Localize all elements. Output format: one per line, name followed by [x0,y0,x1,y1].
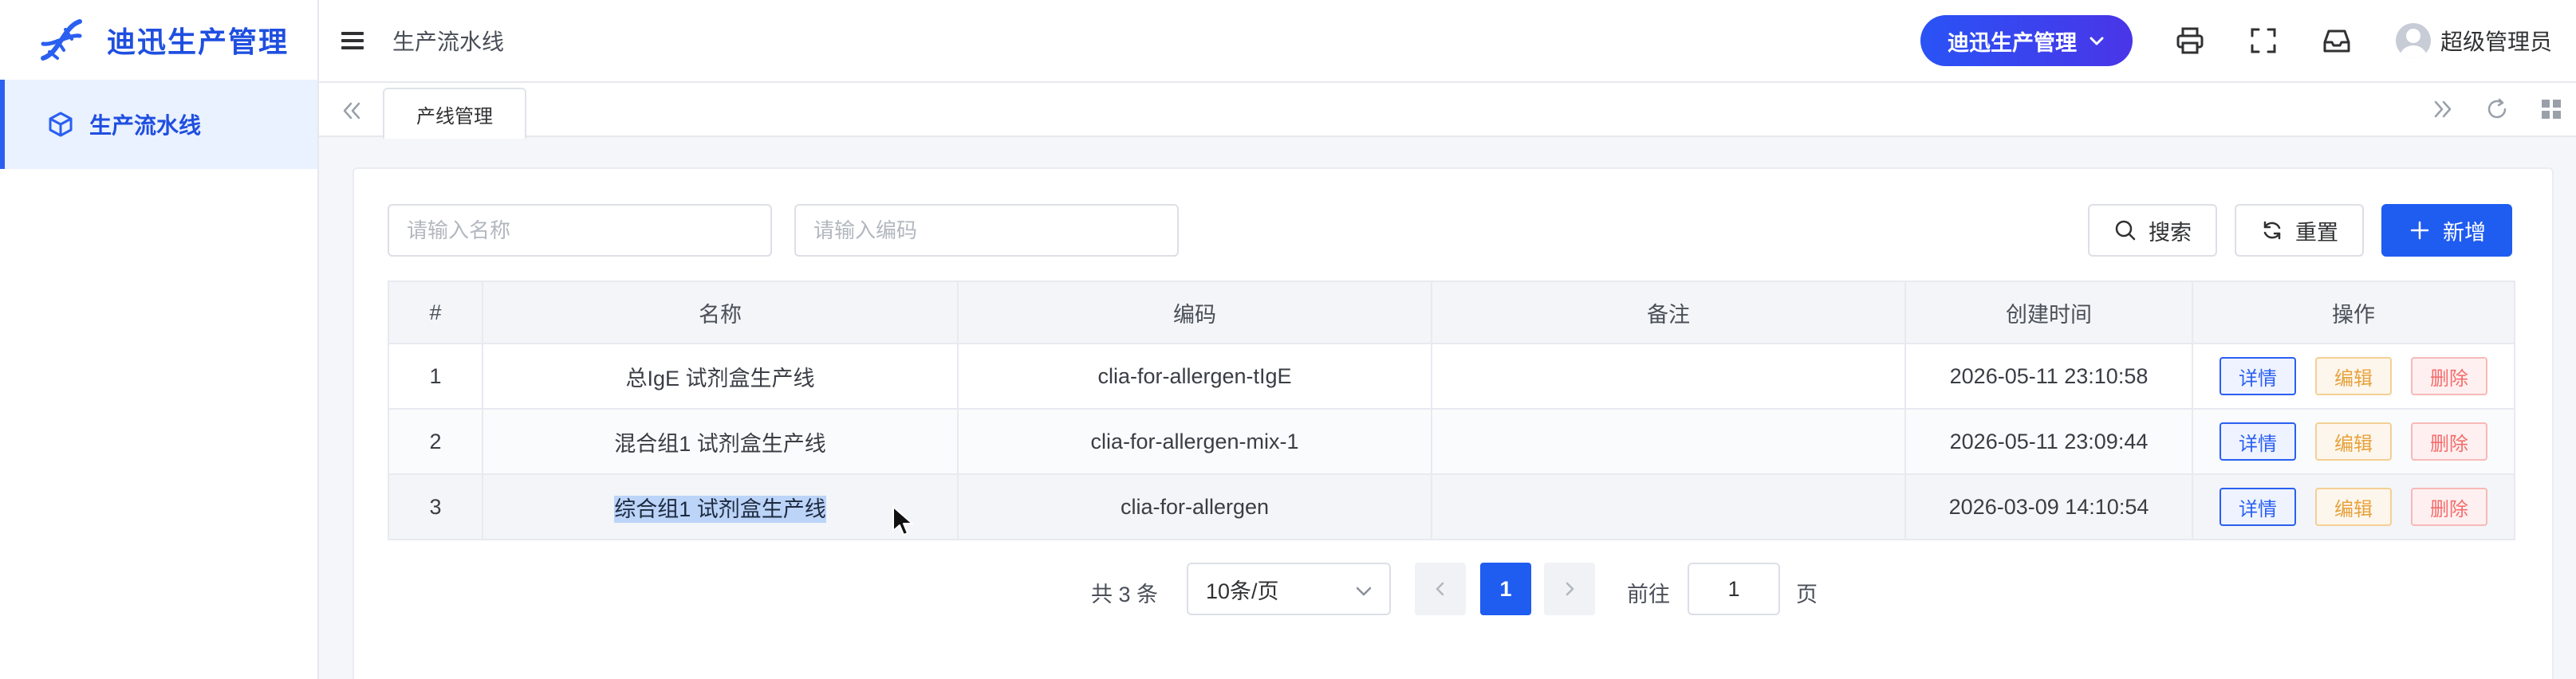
table-row: 3 综合组1 试剂盒生产线 clia-for-allergen 2026-03-… [388,473,2515,540]
code-search-input[interactable] [794,204,1179,257]
sidebar: 迪迅生产管理 生产流水线 [0,0,319,679]
content-card: 搜索 重置 新增 # [353,167,2554,679]
cell-index: 3 [388,473,483,540]
cell-index: 1 [388,343,483,410]
cell-code: clia-for-allergen-tIgE [957,343,1432,410]
tab-label: 产线管理 [416,105,493,128]
search-icon [2115,220,2136,241]
cell-name: 总IgE 试剂盒生产线 [482,343,959,410]
pagination-total: 共 3 条 [1091,583,1159,606]
double-chevron-right-icon[interactable] [2429,96,2456,123]
production-line-table: # 名称 编码 备注 创建时间 操作 1 总IgE 试剂盒生产线 clia-fo… [388,281,2515,540]
header-actions: 迪迅生产管理 超级管理员 [1920,15,2576,66]
top-header: 生产流水线 迪迅生产管理 超级管理员 [319,0,2576,83]
cell-name: 综合组1 试剂盒生产线 [482,473,959,540]
sidebar-item-production-line[interactable]: 生产流水线 [0,80,317,169]
app-switch-label: 迪迅生产管理 [1947,30,2077,55]
prev-page-button[interactable] [1415,563,1466,615]
edit-button[interactable]: 编辑 [2315,357,2392,395]
cell-index: 2 [388,408,483,475]
column-header-index: # [388,281,483,344]
name-search-input[interactable] [388,204,772,257]
delete-button[interactable]: 删除 [2411,422,2487,461]
next-page-button[interactable] [1544,563,1595,615]
pagination: 共 3 条 10条/页 1 前往 页 [354,563,2552,615]
sidebar-item-label: 生产流水线 [89,113,202,138]
dna-logo-icon [41,19,82,61]
double-chevron-left-icon[interactable] [338,97,365,124]
cell-created: 2026-05-11 23:10:58 [1904,343,2193,410]
breadcrumb: 生产流水线 [392,29,505,54]
printer-icon[interactable] [2174,25,2206,57]
chevron-right-icon [1566,582,1574,596]
cell-code: clia-for-allergen [957,473,1432,540]
cell-actions: 详情 编辑 删除 [2192,473,2515,540]
add-button-label: 新增 [2443,220,2486,245]
hamburger-menu-icon[interactable] [337,25,368,57]
cell-code: clia-for-allergen-mix-1 [957,408,1432,475]
plus-icon [2410,221,2429,240]
page-number-button[interactable]: 1 [1480,563,1531,615]
cell-name: 混合组1 试剂盒生产线 [482,408,959,475]
edit-button[interactable]: 编辑 [2315,488,2392,526]
cell-actions: 详情 编辑 删除 [2192,408,2515,475]
tab-line-management[interactable]: 产线管理 [383,88,526,139]
tabs-bar: 产线管理 [319,83,2576,139]
page-suffix-label: 页 [1796,583,1818,606]
goto-page-input[interactable] [1688,563,1780,615]
table-row: 1 总IgE 试剂盒生产线 clia-for-allergen-tIgE 202… [388,343,2515,410]
cell-created: 2026-05-11 23:09:44 [1904,408,2193,475]
cell-remark [1431,473,1906,540]
column-header-created: 创建时间 [1904,281,2193,344]
goto-label: 前往 [1627,583,1670,606]
search-button-label: 搜索 [2149,220,2192,245]
column-header-remark: 备注 [1431,281,1906,344]
column-header-name: 名称 [482,281,959,344]
table-row: 2 混合组1 试剂盒生产线 clia-for-allergen-mix-1 20… [388,408,2515,475]
page-size-value: 10条/页 [1206,579,1279,603]
user-menu[interactable]: 超级管理员 [2395,23,2552,58]
mouse-cursor-icon [892,506,913,536]
detail-button[interactable]: 详情 [2220,488,2296,526]
chevron-left-icon [1436,582,1444,596]
reset-button-label: 重置 [2295,220,2338,245]
fullscreen-icon[interactable] [2247,25,2279,57]
refresh-icon[interactable] [2483,96,2511,123]
cell-remark [1431,408,1906,475]
delete-button[interactable]: 删除 [2411,488,2487,526]
cell-created: 2026-03-09 14:10:54 [1904,473,2193,540]
user-name: 超级管理员 [2440,29,2552,54]
detail-button[interactable]: 详情 [2220,357,2296,395]
page-size-select[interactable]: 10条/页 [1187,563,1391,615]
column-header-code: 编码 [957,281,1432,344]
grid-menu-icon[interactable] [2538,96,2565,123]
inbox-icon[interactable] [2321,25,2353,57]
selected-text: 综合组1 试剂盒生产线 [614,495,826,523]
app-root: 迪迅生产管理 生产流水线 生产流水线 迪迅生产管理 超级管理员 产线管理 请输入… [0,0,2576,679]
cube-icon [49,112,73,137]
row-actions: 详情 编辑 删除 [2194,422,2513,461]
delete-button[interactable]: 删除 [2411,357,2487,395]
column-header-actions: 操作 [2192,281,2515,344]
chevron-down-icon [2090,37,2104,45]
chevron-down-icon [1356,587,1372,596]
app-switch-dropdown[interactable]: 迪迅生产管理 [1920,15,2133,66]
search-button[interactable]: 搜索 [2088,204,2217,257]
reset-button[interactable]: 重置 [2235,204,2364,257]
tab-tools [2429,96,2565,123]
app-title: 迪迅生产管理 [107,26,290,58]
row-actions: 详情 编辑 删除 [2194,488,2513,526]
cell-remark [1431,343,1906,410]
avatar [2395,23,2431,58]
refresh-icon [2263,221,2281,240]
table-header-row: # 名称 编码 备注 创建时间 操作 [388,281,2515,344]
cell-actions: 详情 编辑 删除 [2192,343,2515,410]
edit-button[interactable]: 编辑 [2315,422,2392,461]
logo[interactable]: 迪迅生产管理 [0,0,317,80]
detail-button[interactable]: 详情 [2220,422,2296,461]
row-actions: 详情 编辑 删除 [2194,357,2513,395]
add-button[interactable]: 新增 [2381,204,2512,257]
